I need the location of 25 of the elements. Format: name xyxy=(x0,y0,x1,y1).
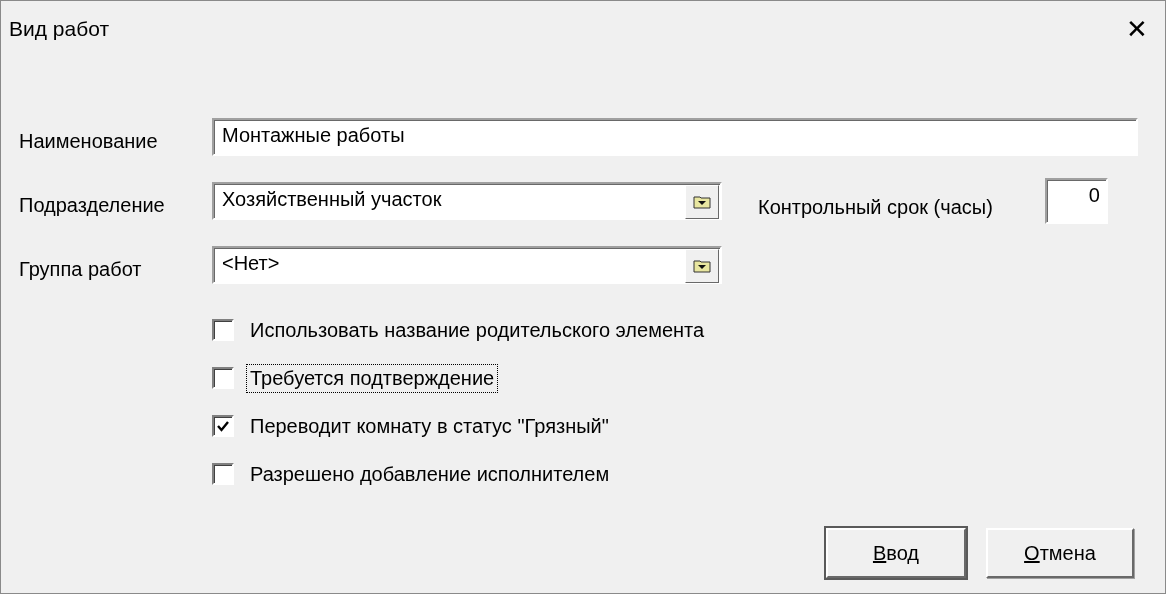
checkbox-label: Использовать название родительского элемента xyxy=(249,317,706,343)
checkmark-icon xyxy=(217,420,229,432)
picker-field[interactable]: <Нет> xyxy=(212,246,722,284)
checkbox-label: Требуется подтверждение xyxy=(246,363,499,393)
picker-field[interactable]: Хозяйственный участок xyxy=(212,182,722,220)
field-label: Наименование xyxy=(19,128,159,153)
dialog-button[interactable]: Ввод xyxy=(826,528,966,578)
number-field[interactable]: 0 xyxy=(1044,178,1108,224)
checkbox-label: Переводит комнату в статус "Грязный" xyxy=(249,413,610,439)
browse-button[interactable] xyxy=(685,249,719,283)
field-label: Подразделение xyxy=(19,192,166,217)
checkbox[interactable] xyxy=(212,463,234,485)
browse-button[interactable] xyxy=(685,185,719,219)
checkbox[interactable] xyxy=(212,367,234,389)
folder-icon xyxy=(693,195,711,209)
dialog-button[interactable]: Отмена xyxy=(986,528,1134,578)
input-field[interactable]: Монтажные работы xyxy=(212,118,1138,156)
checkbox[interactable] xyxy=(212,319,234,341)
field-label: Контрольный срок (часы) xyxy=(758,194,993,219)
window-title: Вид работ xyxy=(8,16,110,41)
checkbox-label: Разрешено добавление исполнителем xyxy=(249,461,611,487)
folder-icon xyxy=(693,259,711,273)
checkbox[interactable] xyxy=(212,415,234,437)
field-label: Группа работ xyxy=(19,256,143,281)
close-button[interactable]: ✕ xyxy=(1109,13,1165,44)
